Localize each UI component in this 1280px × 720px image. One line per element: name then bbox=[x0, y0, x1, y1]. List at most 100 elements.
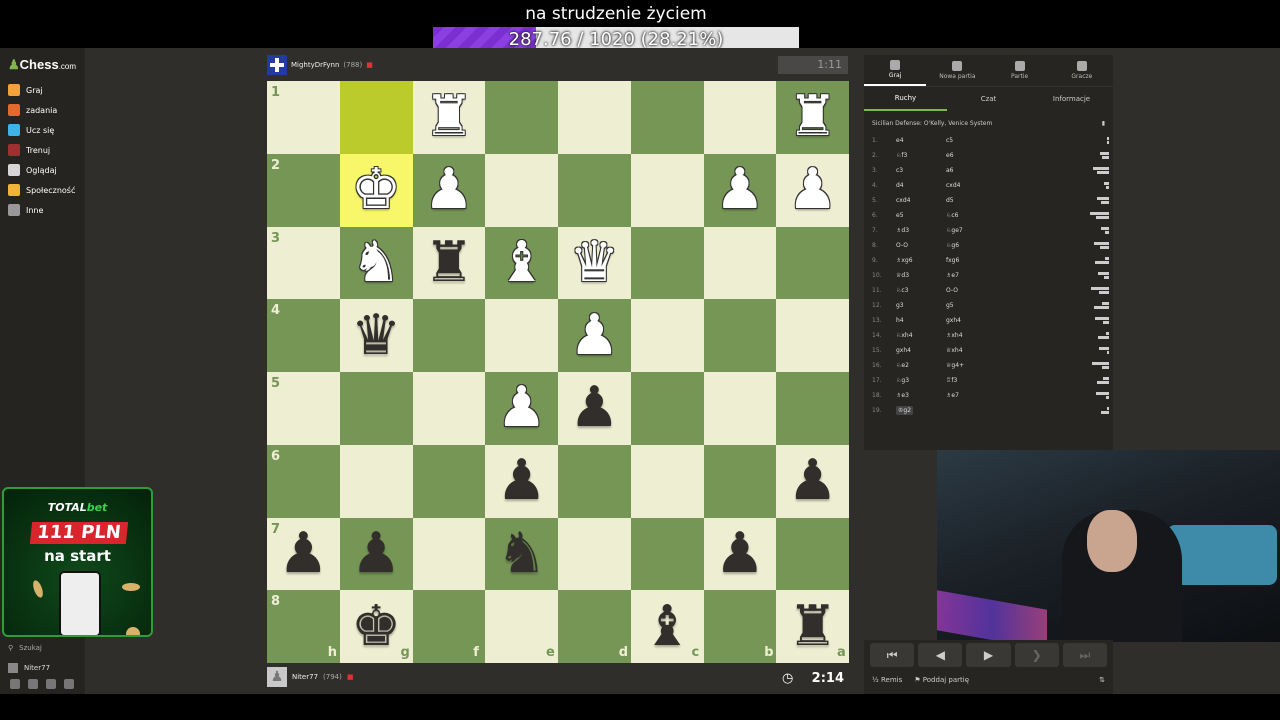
white-move[interactable]: ♘c3 bbox=[896, 287, 946, 294]
white-piece-e3[interactable]: ♝ bbox=[485, 227, 558, 300]
black-move[interactable]: a6 bbox=[946, 167, 1066, 174]
black-piece-e7[interactable]: ♞ bbox=[485, 518, 558, 591]
black-move[interactable]: ♖f3 bbox=[946, 377, 1066, 384]
tab-chat[interactable]: Czat bbox=[947, 87, 1030, 111]
chess-board[interactable]: 1 2 3 4 5 6 7 8 h g f e d c b a ♜ ♜ ♚ ♟ ♟ ♟ ♞ ♜ ♝ ♛ ♛ ♟ ♟ ♟ ♟ ♟ ♟ ♟ ♞ ♟ ♚ ♝ ♜ bbox=[267, 81, 849, 663]
black-move[interactable]: e6 bbox=[946, 152, 1066, 159]
user-link[interactable]: Niter77 bbox=[8, 658, 50, 678]
search-link[interactable]: ⚲ Szukaj bbox=[8, 638, 50, 658]
black-move[interactable]: ♕g4+ bbox=[946, 362, 1066, 369]
book-icon[interactable]: ▮ bbox=[1102, 120, 1105, 127]
tab-info[interactable]: Informacje bbox=[1030, 87, 1113, 111]
square-b6[interactable] bbox=[703, 444, 777, 518]
draw-button[interactable]: ½ Remis bbox=[872, 676, 902, 684]
square-b5[interactable] bbox=[703, 372, 777, 445]
white-move[interactable]: ♔g2 bbox=[896, 406, 946, 415]
white-piece-g3[interactable]: ♞ bbox=[340, 227, 413, 300]
square-g1[interactable] bbox=[339, 81, 413, 154]
square-f5[interactable] bbox=[412, 372, 486, 445]
tab-moves[interactable]: Ruchy bbox=[864, 87, 947, 111]
white-move[interactable]: cxd4 bbox=[896, 197, 946, 204]
sidebar-item-play[interactable]: Graj bbox=[8, 80, 75, 100]
square-d6[interactable] bbox=[558, 444, 631, 518]
black-move[interactable]: c5 bbox=[946, 137, 1066, 144]
square-d2[interactable] bbox=[558, 153, 631, 227]
square-a7[interactable] bbox=[776, 517, 849, 591]
white-move[interactable]: ♘f3 bbox=[896, 152, 946, 159]
ad-banner[interactable]: TOTALbet 111 PLN na start bbox=[2, 487, 153, 637]
square-c7[interactable] bbox=[630, 517, 704, 591]
tab-play[interactable]: Graj bbox=[864, 55, 927, 86]
current-move[interactable]: ♔g2 bbox=[896, 406, 914, 415]
sidebar-item-train[interactable]: Trenuj bbox=[8, 140, 75, 160]
white-move[interactable]: O-O bbox=[896, 242, 946, 249]
sidebar-item-learn[interactable]: Ucz się bbox=[8, 120, 75, 140]
black-piece-h7[interactable]: ♟ bbox=[267, 518, 340, 591]
black-move[interactable]: d5 bbox=[946, 197, 1066, 204]
black-move[interactable]: ♘c6 bbox=[946, 212, 1066, 219]
white-move[interactable]: ♗d3 bbox=[896, 227, 946, 234]
white-piece-g2[interactable]: ♚ bbox=[340, 154, 413, 227]
square-f4[interactable] bbox=[412, 299, 486, 372]
white-piece-a2[interactable]: ♟ bbox=[776, 154, 849, 227]
white-move[interactable]: gxh4 bbox=[896, 347, 946, 354]
black-move[interactable]: ♕xh4 bbox=[946, 347, 1066, 354]
square-c1[interactable] bbox=[630, 81, 704, 154]
square-e4[interactable] bbox=[485, 299, 558, 372]
white-move[interactable]: g3 bbox=[896, 302, 946, 309]
black-piece-f3[interactable]: ♜ bbox=[413, 227, 486, 300]
sidebar-item-watch[interactable]: Oglądaj bbox=[8, 160, 75, 180]
black-piece-g4[interactable]: ♛ bbox=[340, 299, 413, 372]
black-move[interactable]: ♗xh4 bbox=[946, 332, 1066, 339]
bottom-player[interactable]: ♟ Niter77 (794) ■ bbox=[267, 667, 353, 687]
square-b3[interactable] bbox=[703, 226, 777, 300]
white-move[interactable]: e5 bbox=[896, 212, 946, 219]
tab-games[interactable]: Partie bbox=[989, 55, 1051, 86]
settings-icon[interactable] bbox=[64, 679, 74, 689]
white-piece-d4[interactable]: ♟ bbox=[558, 299, 631, 372]
next-move-button[interactable]: ❯ bbox=[1014, 643, 1059, 667]
square-f7[interactable] bbox=[412, 517, 486, 591]
black-move[interactable]: cxd4 bbox=[946, 182, 1066, 189]
messages-icon[interactable] bbox=[28, 679, 38, 689]
black-move[interactable]: ♘g6 bbox=[946, 242, 1066, 249]
white-piece-f1[interactable]: ♜ bbox=[413, 81, 486, 154]
black-piece-b7[interactable]: ♟ bbox=[704, 518, 777, 591]
black-piece-a8[interactable]: ♜ bbox=[776, 590, 849, 663]
white-move[interactable]: ♘e2 bbox=[896, 362, 946, 369]
previous-move-button[interactable]: ◀ bbox=[918, 643, 963, 667]
square-g5[interactable] bbox=[339, 372, 413, 445]
notifications-icon[interactable] bbox=[46, 679, 56, 689]
resign-button[interactable]: ⚑ Poddaj partię bbox=[914, 676, 969, 684]
square-c5[interactable] bbox=[630, 372, 704, 445]
square-d7[interactable] bbox=[558, 517, 631, 591]
flip-board-icon[interactable]: ⇅ bbox=[1099, 676, 1105, 684]
black-move[interactable]: gxh4 bbox=[946, 317, 1066, 324]
black-piece-c8[interactable]: ♝ bbox=[631, 590, 704, 663]
top-player[interactable]: MightyDrFynn (788) ■ bbox=[267, 55, 373, 75]
black-piece-d5[interactable]: ♟ bbox=[558, 372, 631, 445]
square-c4[interactable] bbox=[630, 299, 704, 372]
tab-players[interactable]: Gracze bbox=[1051, 55, 1113, 86]
chess-logo[interactable]: ♟Chess.com bbox=[8, 57, 76, 73]
black-move[interactable]: O-O bbox=[946, 287, 1066, 294]
black-move[interactable]: ♗e7 bbox=[946, 392, 1066, 399]
sidebar-item-puzzles[interactable]: zadania bbox=[8, 100, 75, 120]
white-move[interactable]: c3 bbox=[896, 167, 946, 174]
tab-new-game[interactable]: Nowa partia bbox=[926, 55, 988, 86]
black-move[interactable]: fxg6 bbox=[946, 257, 1066, 264]
white-move[interactable]: ♗e3 bbox=[896, 392, 946, 399]
white-piece-f2[interactable]: ♟ bbox=[413, 154, 486, 227]
white-move[interactable]: h4 bbox=[896, 317, 946, 324]
black-piece-g7[interactable]: ♟ bbox=[340, 518, 413, 591]
white-move[interactable]: d4 bbox=[896, 182, 946, 189]
square-e2[interactable] bbox=[485, 153, 558, 227]
black-move[interactable]: ♘ge7 bbox=[946, 227, 1066, 234]
square-a3[interactable] bbox=[776, 226, 849, 300]
friends-icon[interactable] bbox=[10, 679, 20, 689]
black-move[interactable]: ♗e7 bbox=[946, 272, 1066, 279]
square-a5[interactable] bbox=[776, 372, 849, 445]
white-move[interactable]: ♘xh4 bbox=[896, 332, 946, 339]
square-c2[interactable] bbox=[630, 153, 704, 227]
black-piece-e6[interactable]: ♟ bbox=[485, 445, 558, 518]
